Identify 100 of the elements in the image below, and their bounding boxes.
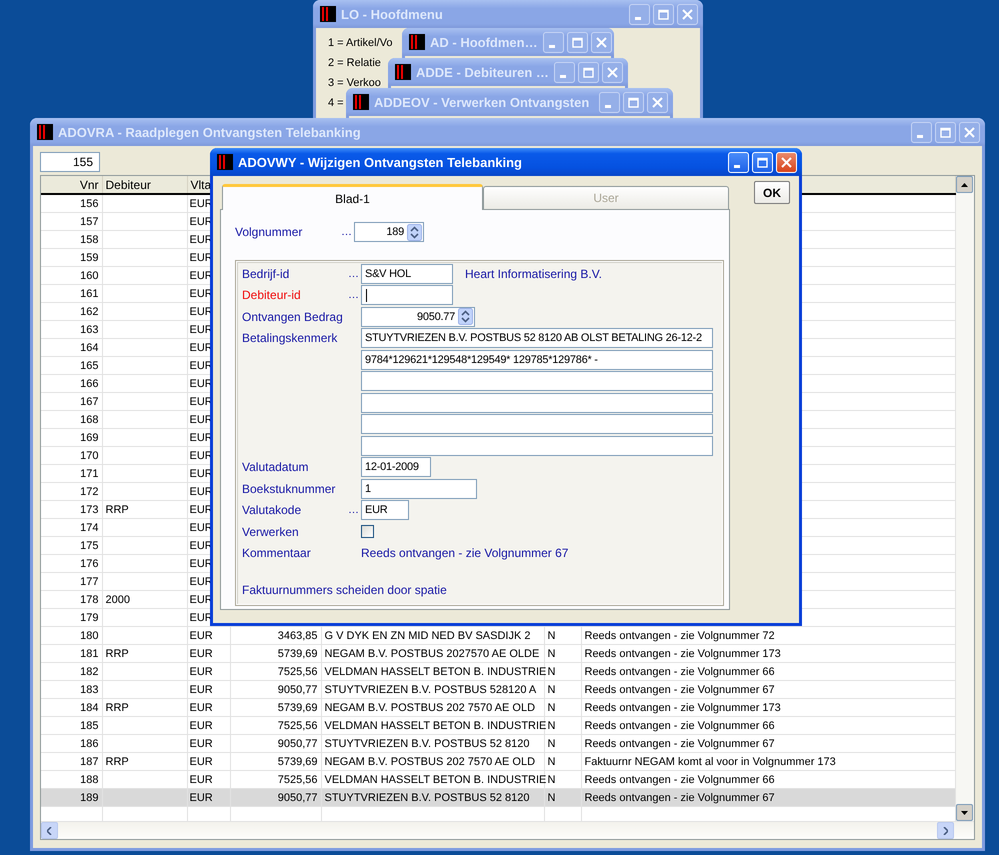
table-cell: EUR bbox=[190, 720, 213, 732]
ok-button[interactable]: OK bbox=[754, 181, 790, 204]
menu-item[interactable]: 4 = bbox=[328, 97, 344, 109]
scroll-up-button[interactable] bbox=[956, 176, 973, 193]
close-icon bbox=[964, 126, 975, 138]
text-field[interactable] bbox=[361, 371, 713, 391]
close-button[interactable] bbox=[647, 92, 668, 112]
menu-item[interactable]: 2 = Relatie bbox=[328, 57, 381, 69]
table-row[interactable]: 181 RRP EUR 5739,69 NEGAM B.V. POSTBUS 2027570 AE OLDE N Reeds ontvangen - zie Volgnummer 173 bbox=[41, 644, 956, 662]
table-cell: NEGAM B.V. POSTBUS 2027570 AE OLDE bbox=[321, 644, 544, 662]
close-button[interactable] bbox=[602, 62, 623, 82]
text-cursor bbox=[366, 288, 367, 302]
text-field[interactable]: STUYTVRIEZEN B.V. POSTBUS 52 8120 AB OLST BETALING 26-12-2 bbox=[361, 328, 713, 348]
minimize-icon bbox=[734, 164, 740, 168]
lookup-button[interactable]: … bbox=[348, 500, 361, 520]
text-field[interactable] bbox=[361, 285, 453, 305]
text-field[interactable]: 9784*129621*129548*129549* 129785*129786* - bbox=[361, 350, 713, 370]
table-cell: 158 bbox=[41, 230, 102, 248]
up-arrow-icon bbox=[961, 182, 968, 186]
table-row[interactable]: 184 RRP EUR 5739,69 NEGAM B.V. POSTBUS 202 7570 AE OLD N Reeds ontvangen - zie Volgnummer 173 bbox=[41, 698, 956, 716]
table-cell: 183 bbox=[41, 680, 102, 698]
close-button[interactable] bbox=[959, 122, 980, 142]
lookup-button[interactable]: … bbox=[348, 285, 361, 305]
app-icon bbox=[395, 64, 411, 80]
minimize-icon bbox=[635, 16, 641, 20]
minimize-button[interactable] bbox=[542, 32, 564, 52]
text-field[interactable]: 1 bbox=[361, 478, 477, 498]
window-title: ADDE - Debiteuren … bbox=[416, 64, 549, 80]
text-field[interactable] bbox=[361, 436, 713, 456]
table-cell: N bbox=[544, 698, 581, 716]
minimize-icon bbox=[560, 74, 566, 78]
table-cell: EUR bbox=[190, 756, 213, 768]
close-button[interactable] bbox=[677, 4, 698, 24]
table-cell: 165 bbox=[41, 356, 102, 374]
table-row[interactable]: 186 EUR 9050,77 STUYTVRIEZEN B.V. POSTBUS 52 8120 N Reeds ontvangen - zie Volgnummer 67 bbox=[41, 734, 956, 752]
maximize-button[interactable] bbox=[653, 4, 674, 24]
text-field[interactable]: S&V HOL bbox=[361, 264, 453, 284]
table-cell: 7525,56 bbox=[230, 716, 321, 734]
close-icon bbox=[596, 36, 607, 48]
window-title: ADDEOV - Verwerken Ontvangsten bbox=[374, 94, 590, 110]
field-label: Betalingskenmerk bbox=[242, 330, 338, 347]
maximize-button[interactable] bbox=[623, 92, 644, 112]
table-cell: 178 bbox=[41, 590, 102, 608]
spinner-field[interactable]: 189 bbox=[354, 222, 424, 242]
spinner-field[interactable]: 9050.77 bbox=[361, 306, 475, 326]
table-cell: Reeds ontvangen - zie Volgnummer 67 bbox=[581, 788, 956, 806]
horizontal-scrollbar[interactable] bbox=[41, 821, 974, 839]
maximize-icon bbox=[658, 8, 669, 20]
table-cell: 166 bbox=[41, 374, 102, 392]
minimize-button[interactable] bbox=[599, 92, 620, 112]
table-cell: RRP bbox=[102, 644, 187, 662]
vertical-scrollbar[interactable] bbox=[956, 176, 974, 821]
app-icon bbox=[353, 94, 369, 110]
table-cell: Faktuurnr NEGAM komt al voor in Volgnummer 173 bbox=[581, 752, 956, 770]
maximize-button[interactable] bbox=[578, 62, 599, 82]
maximize-button[interactable] bbox=[566, 32, 588, 52]
number-field[interactable]: 155 bbox=[40, 152, 100, 172]
table-cell: 173 bbox=[41, 500, 102, 518]
menu-item[interactable]: 3 = Verkoo bbox=[328, 77, 381, 89]
table-cell: Reeds ontvangen - zie Volgnummer 66 bbox=[581, 716, 956, 734]
lookup-button[interactable]: … bbox=[348, 264, 361, 284]
app-icon bbox=[217, 154, 233, 170]
table-cell: RRP bbox=[102, 500, 187, 518]
table-cell: 164 bbox=[41, 338, 102, 356]
table-cell: 5739,69 bbox=[230, 644, 321, 662]
table-cell: Reeds ontvangen - zie Volgnummer 173 bbox=[581, 644, 956, 662]
minimize-icon bbox=[605, 104, 611, 108]
close-button[interactable] bbox=[590, 32, 612, 52]
minimize-button[interactable] bbox=[911, 122, 932, 142]
table-cell: EUR bbox=[190, 792, 213, 804]
scroll-right-button[interactable] bbox=[937, 822, 954, 839]
field-label: Ontvangen Bedrag bbox=[242, 308, 344, 326]
table-cell: 177 bbox=[41, 572, 102, 590]
table-cell: 2000 bbox=[102, 590, 187, 608]
field-label: Verwerken bbox=[242, 524, 300, 540]
maximize-icon bbox=[583, 66, 594, 78]
table-cell: 169 bbox=[41, 428, 102, 446]
app-icon bbox=[409, 34, 425, 50]
scroll-down-button[interactable] bbox=[956, 804, 973, 821]
table-cell: 7525,56 bbox=[230, 662, 321, 680]
table-cell: 157 bbox=[41, 212, 102, 230]
minimize-button[interactable] bbox=[629, 4, 650, 24]
table-row[interactable]: 187 RRP EUR 5739,69 NEGAM B.V. POSTBUS 202 7570 AE OLD N Faktuurnr NEGAM komt al voor in Volgnummer 173 bbox=[41, 752, 956, 770]
menu-item[interactable]: 1 = Artikel/Vo bbox=[328, 37, 393, 49]
table-cell: 189 bbox=[41, 788, 102, 806]
table-cell: EUR bbox=[190, 666, 213, 678]
table-cell: 161 bbox=[41, 284, 102, 302]
text-field[interactable] bbox=[361, 414, 713, 434]
table-row[interactable]: 182 EUR 7525,56 VELDMAN HASSELT BETON B. INDUSTRIEN Reeds ontvangen - zie Volgnummer 66 bbox=[41, 662, 956, 680]
scroll-left-button[interactable] bbox=[41, 822, 58, 839]
table-row[interactable]: 185 EUR 7525,56 VELDMAN HASSELT BETON B. INDUSTRIEN Reeds ontvangen - zie Volgnummer 66 bbox=[41, 716, 956, 734]
checkbox[interactable] bbox=[361, 524, 374, 538]
tab[interactable]: Blad-1 bbox=[222, 184, 483, 210]
text-field[interactable] bbox=[361, 392, 713, 412]
table-row[interactable]: 183 EUR 9050,77 STUYTVRIEZEN B.V. POSTBUS 528120 A N Reeds ontvangen - zie Volgnummer 67 bbox=[41, 680, 956, 698]
maximize-button[interactable] bbox=[935, 122, 956, 142]
text-field[interactable]: EUR bbox=[361, 500, 409, 520]
text-field[interactable]: 12-01-2009 bbox=[361, 457, 431, 477]
table-row[interactable]: 189 EUR 9050,77 STUYTVRIEZEN B.V. POSTBUS 52 8120 N Reeds ontvangen - zie Volgnummer 67 bbox=[41, 788, 956, 806]
minimize-button[interactable] bbox=[554, 62, 575, 82]
